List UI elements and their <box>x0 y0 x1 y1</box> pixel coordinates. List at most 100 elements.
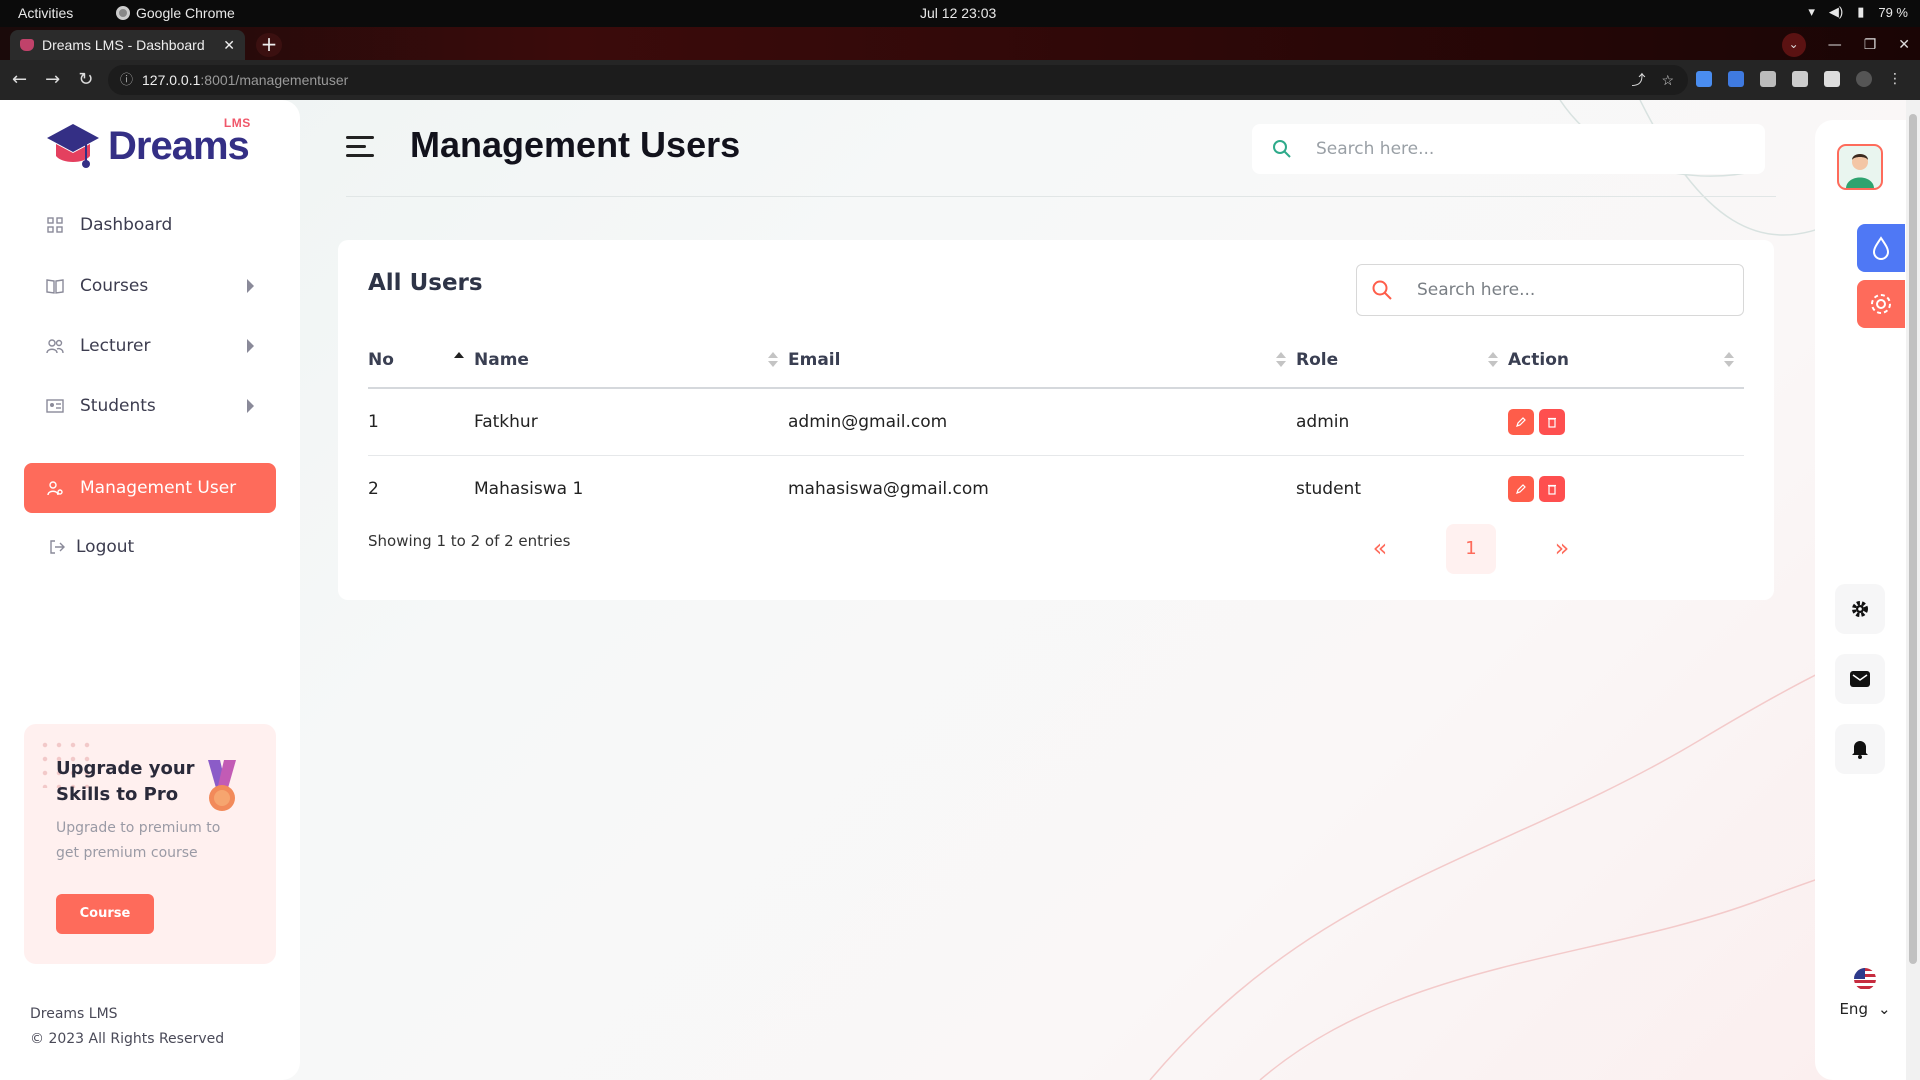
cell-email: mahasiswa@gmail.com <box>788 478 989 499</box>
scrollbar-thumb[interactable] <box>1909 114 1917 964</box>
color-drop-button[interactable] <box>1857 224 1905 272</box>
course-button[interactable]: Course <box>56 894 154 934</box>
us-flag-icon <box>1854 968 1876 990</box>
menu-toggle-button[interactable] <box>346 136 374 160</box>
next-page-button[interactable]: » <box>1532 524 1592 574</box>
app-menu[interactable]: Google Chrome <box>116 5 235 21</box>
window-controls: ⌄ — ❐ ✕ <box>1781 33 1910 57</box>
sidebar-item-label: Students <box>80 396 156 416</box>
sidebar-item-lecturer[interactable]: Lecturer <box>24 321 276 371</box>
share-icon[interactable]: ⤴ <box>1631 65 1645 95</box>
os-top-bar: Activities Google Chrome Jul 12 23:03 ▾ … <box>0 0 1920 27</box>
right-rail: Eng ⌄ <box>1815 120 1920 1080</box>
header-divider <box>346 196 1776 197</box>
system-tray[interactable]: ▾ ◀) ▮ 79 % <box>1808 4 1908 20</box>
previous-page-button[interactable]: « <box>1350 524 1410 574</box>
address-bar: ← → ↻ ⓘ 127.0.0.1:8001/managementuser ⤴ … <box>0 60 1920 100</box>
restore-icon[interactable]: ❐ <box>1864 37 1877 53</box>
column-header-no[interactable]: No <box>368 332 474 389</box>
table-search[interactable] <box>1356 264 1744 316</box>
url-field[interactable]: ⓘ 127.0.0.1:8001/managementuser ⤴ ☆ <box>108 65 1688 95</box>
column-header-role[interactable]: Role <box>1296 332 1508 389</box>
logo-text: Dreams <box>108 123 250 168</box>
upgrade-card: Upgrade your Skills to Pro Upgrade to pr… <box>24 724 276 964</box>
extension-docs-icon[interactable] <box>1696 71 1712 87</box>
tab-search-icon[interactable]: ⌄ <box>1781 33 1806 57</box>
book-icon <box>46 277 64 295</box>
header-search[interactable] <box>1252 124 1765 174</box>
footer-copyright: © 2023 All Rights Reserved <box>30 1031 225 1047</box>
side-panel-icon[interactable] <box>1824 71 1840 87</box>
column-label: Email <box>788 349 841 370</box>
reload-icon[interactable]: ↻ <box>78 69 93 90</box>
page: Dreams LMS Dashboard Courses Lecturer St… <box>0 100 1920 1080</box>
language-label: Eng <box>1839 1000 1868 1018</box>
chevron-right-icon <box>247 279 254 293</box>
dreams-logo[interactable]: Dreams LMS <box>46 116 250 170</box>
messages-button[interactable] <box>1835 654 1885 704</box>
new-tab-button[interactable]: + <box>256 33 282 57</box>
forward-icon[interactable]: → <box>45 69 60 90</box>
column-header-action[interactable]: Action <box>1508 332 1744 389</box>
cell-no: 1 <box>368 388 474 456</box>
sort-asc-icon <box>454 352 464 368</box>
footer-brand: Dreams LMS <box>30 1006 118 1022</box>
back-icon[interactable]: ← <box>12 69 27 90</box>
activities-button[interactable]: Activities <box>18 5 73 21</box>
minimize-icon[interactable]: — <box>1828 37 1842 53</box>
browser-tab[interactable]: Dreams LMS - Dashboard ✕ <box>10 30 245 60</box>
favicon-icon <box>20 39 34 51</box>
notifications-button[interactable] <box>1835 724 1885 774</box>
clock[interactable]: Jul 12 23:03 <box>920 5 996 21</box>
sidebar-item-students[interactable]: Students <box>24 381 276 431</box>
search-icon <box>1372 280 1392 300</box>
water-drop-icon <box>1872 236 1890 260</box>
profile-icon[interactable] <box>1856 71 1872 87</box>
cell-role: admin <box>1296 388 1508 456</box>
edit-button[interactable] <box>1508 475 1534 502</box>
bookmark-star-icon[interactable]: ☆ <box>1661 65 1674 95</box>
column-header-email[interactable]: Email <box>788 332 1296 389</box>
sidebar-item-logout[interactable]: Logout <box>24 522 276 572</box>
sidebar-item-courses[interactable]: Courses <box>24 261 276 311</box>
sidebar-item-dashboard[interactable]: Dashboard <box>24 200 276 250</box>
table-row: 2 Mahasiswa 1 mahasiswa@gmail.com studen… <box>368 455 1744 522</box>
volume-icon: ◀) <box>1828 4 1844 19</box>
pencil-icon <box>1516 483 1526 494</box>
language-selector[interactable]: Eng ⌄ <box>1835 968 1895 1018</box>
sidebar-item-label: Courses <box>80 276 149 296</box>
extension-translate-icon[interactable] <box>1728 71 1744 87</box>
browser-menu-icon[interactable]: ⋮ <box>1888 71 1902 87</box>
settings-button[interactable] <box>1835 584 1885 634</box>
tab-strip: Dreams LMS - Dashboard ✕ + ⌄ — ❐ ✕ <box>0 27 1920 60</box>
avatar[interactable] <box>1837 144 1883 190</box>
url-path: :8001/managementuser <box>200 72 349 88</box>
theme-settings-button[interactable] <box>1857 280 1905 328</box>
delete-button[interactable] <box>1539 408 1565 435</box>
column-label: Name <box>474 349 529 370</box>
extensions-puzzle-icon[interactable] <box>1760 71 1776 87</box>
close-window-icon[interactable]: ✕ <box>1898 37 1910 53</box>
reading-list-icon[interactable] <box>1792 71 1808 87</box>
page-number-button[interactable]: 1 <box>1446 524 1496 574</box>
delete-button[interactable] <box>1539 475 1565 502</box>
site-info-icon[interactable]: ⓘ <box>120 65 133 95</box>
chevron-right-icon <box>247 339 254 353</box>
logo-badge: LMS <box>223 115 251 130</box>
medal-icon <box>208 760 236 811</box>
user-icon <box>46 479 64 497</box>
page-scrollbar[interactable] <box>1906 100 1920 1080</box>
column-header-name[interactable]: Name <box>474 332 788 389</box>
sidebar-item-label: Dashboard <box>80 215 173 235</box>
url-host: 127.0.0.1 <box>142 72 201 88</box>
upgrade-title: Upgrade your Skills to Pro <box>56 758 195 805</box>
edit-button[interactable] <box>1508 408 1534 435</box>
table-search-input[interactable] <box>1417 280 1717 300</box>
close-tab-icon[interactable]: ✕ <box>223 37 235 54</box>
header-search-input[interactable] <box>1316 139 1716 159</box>
users-card: All Users No Name Email Role Action 1 <box>338 240 1774 600</box>
pencil-icon <box>1516 416 1526 427</box>
cell-role: student <box>1296 478 1361 499</box>
sidebar-item-management-user[interactable]: Management User <box>24 463 276 513</box>
battery-icon: ▮ <box>1857 4 1865 19</box>
